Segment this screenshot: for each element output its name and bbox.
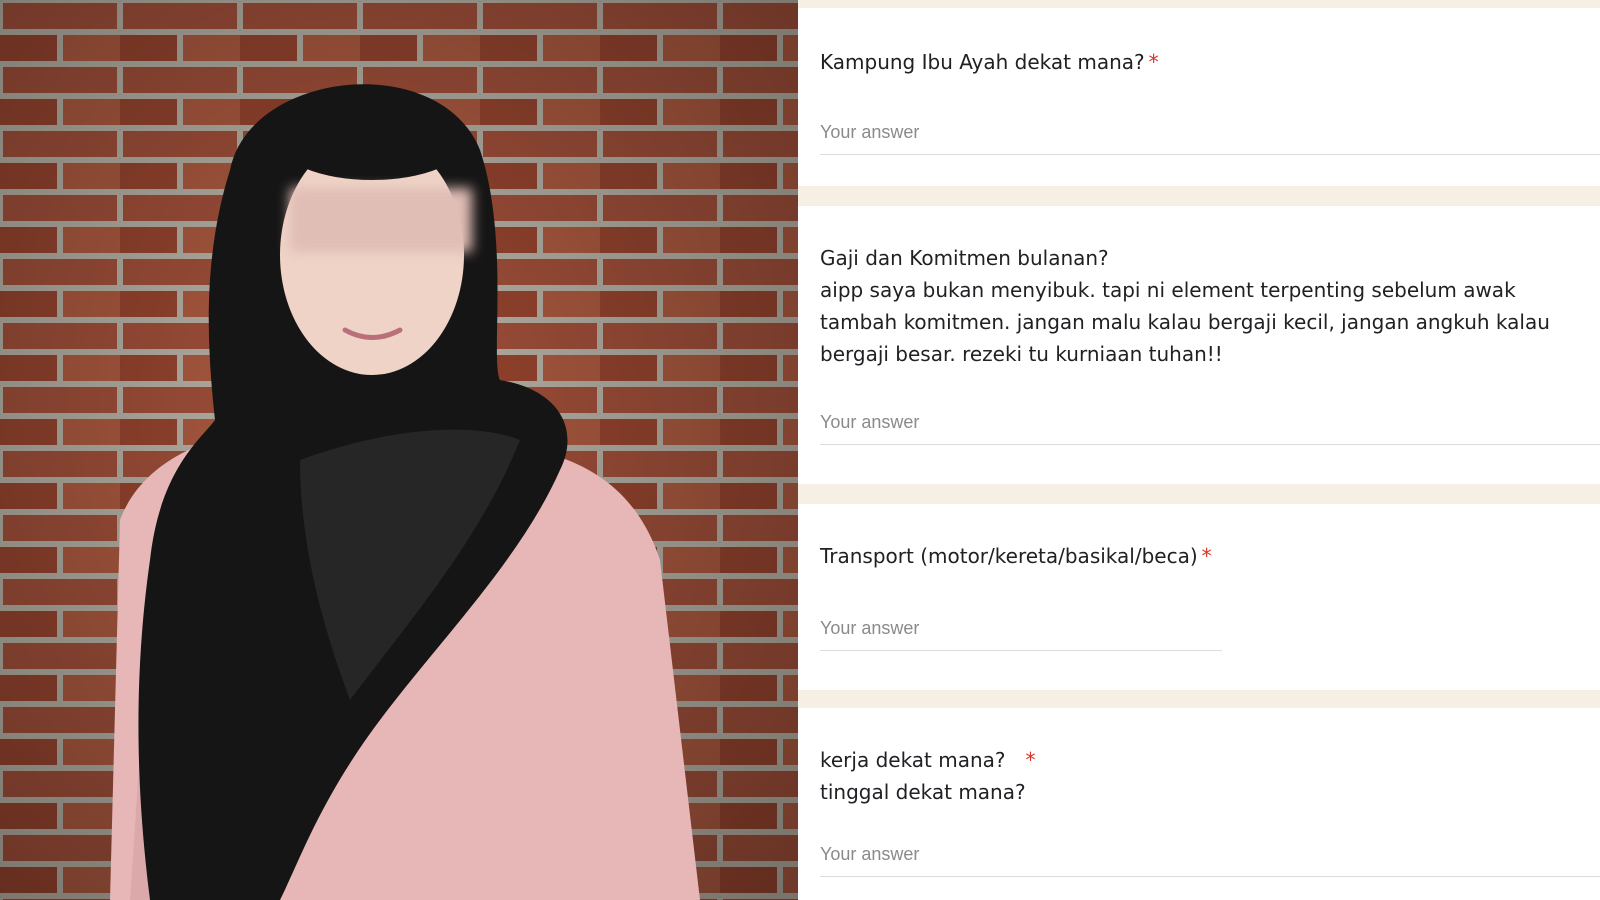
required-asterisk: * [1148, 50, 1159, 74]
question-title: Transport (motor/kereta/basikal/beca) * [820, 544, 1212, 568]
answer-input-transport[interactable]: Your answer [820, 612, 1222, 651]
photo-illustration [0, 0, 798, 900]
answer-input-kampung[interactable]: Your answer [820, 116, 1600, 155]
required-asterisk: * [1025, 748, 1036, 772]
question-title: Gaji dan Komitmen bulanan? aipp saya buk… [820, 246, 1550, 366]
question-card-kerja: kerja dekat mana? * tinggal dekat mana? Yo… [798, 708, 1600, 900]
profile-photo [0, 0, 798, 900]
answer-input-gaji[interactable]: Your answer [820, 406, 1600, 445]
google-form: Kampung Ibu Ayah dekat mana? * Your answe… [798, 0, 1600, 900]
question-card-gaji: Gaji dan Komitmen bulanan? aipp saya buk… [798, 206, 1600, 484]
blurred-eyes [290, 188, 472, 252]
question-title: kerja dekat mana? * tinggal dekat mana? [820, 748, 1036, 804]
question-title: Kampung Ibu Ayah dekat mana? * [820, 50, 1159, 74]
question-card-kampung: Kampung Ibu Ayah dekat mana? * Your answe… [798, 8, 1600, 186]
question-card-transport: Transport (motor/kereta/basikal/beca) * Y… [798, 504, 1600, 690]
answer-input-kerja[interactable]: Your answer [820, 838, 1600, 877]
required-asterisk: * [1201, 544, 1212, 568]
